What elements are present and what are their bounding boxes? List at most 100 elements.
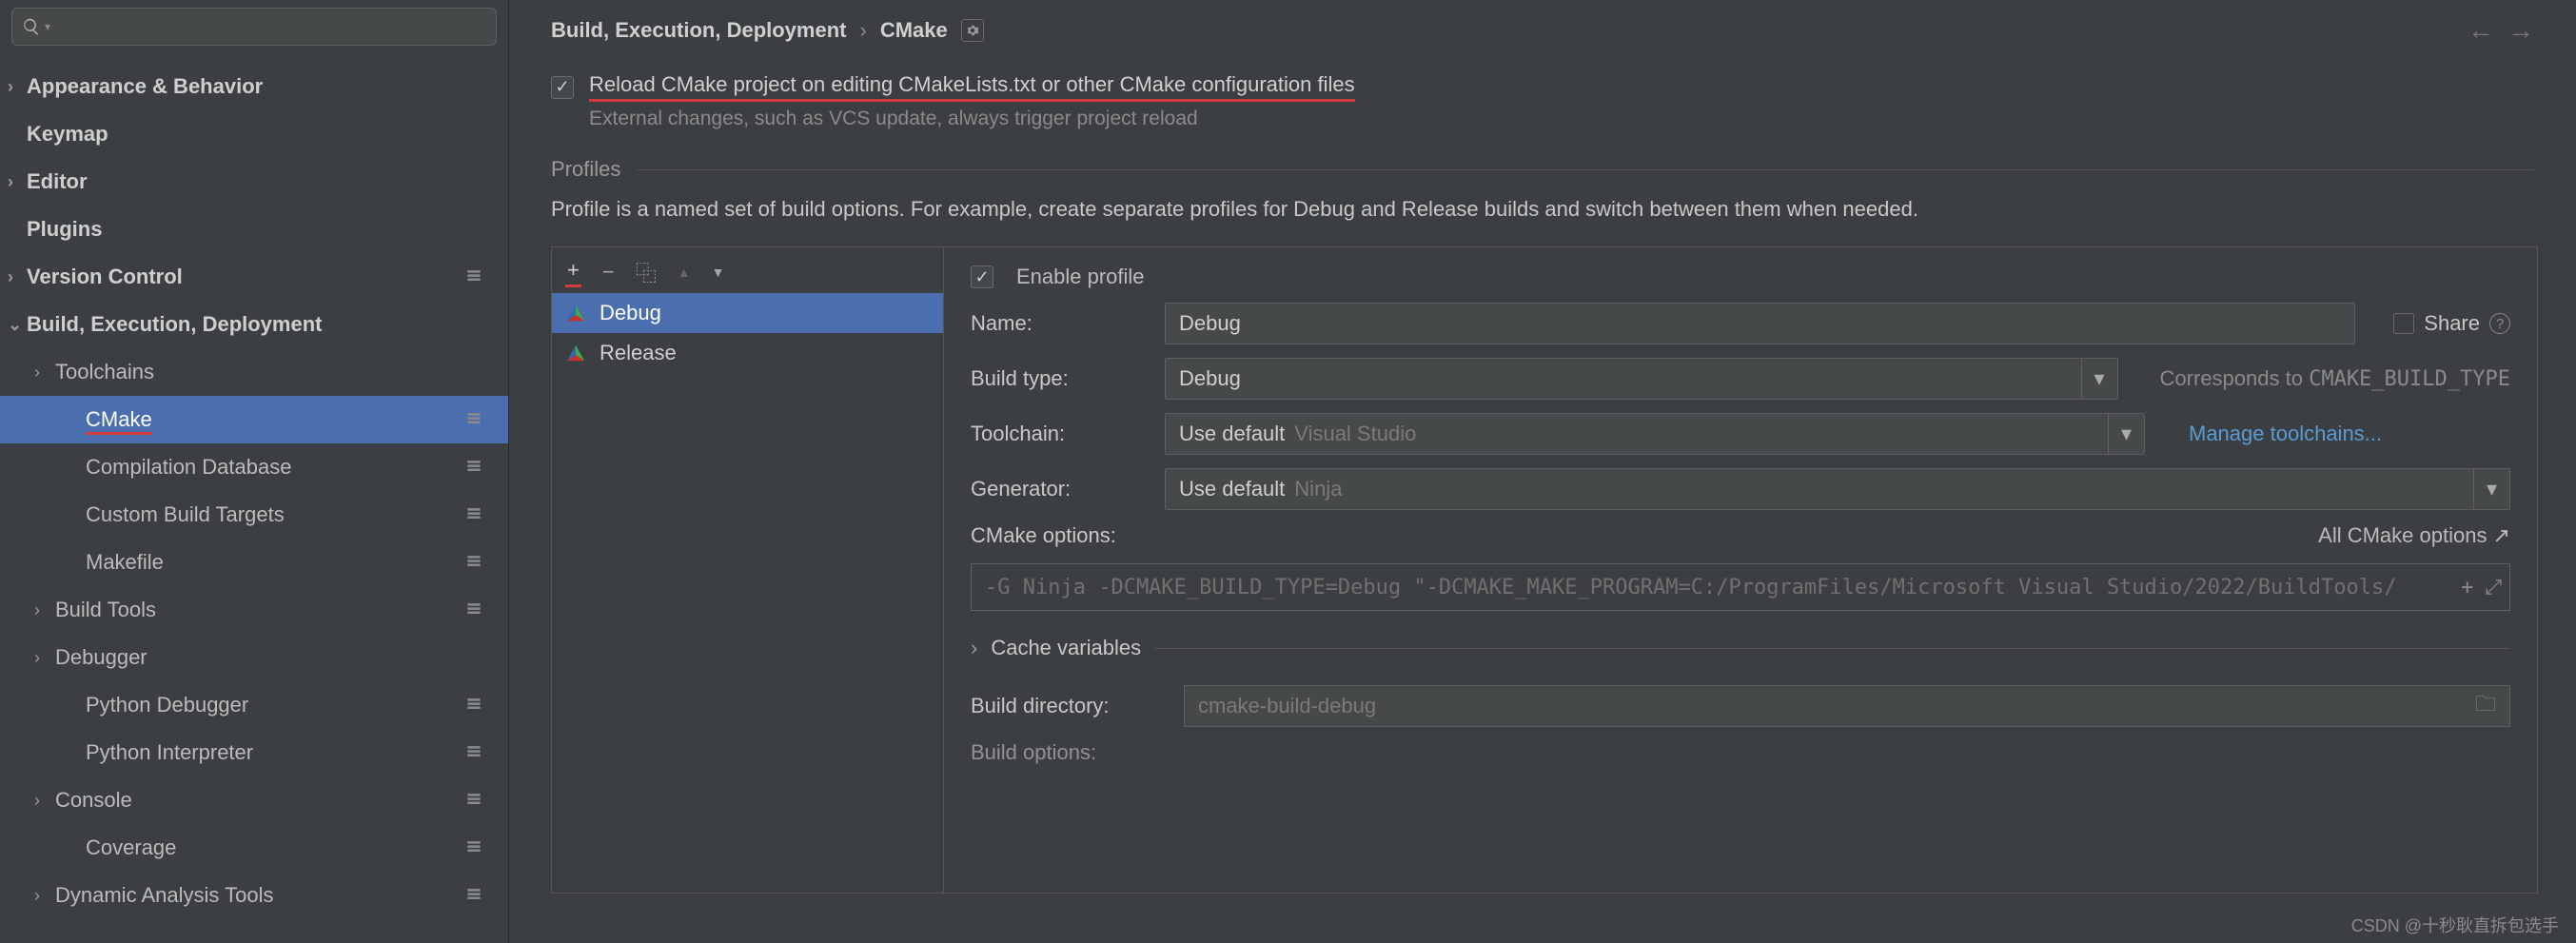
insert-macro-icon[interactable]: + [2461,576,2473,599]
chevron-right-icon: › [8,77,27,97]
profile-toolbar: + − ⿻ ▲ ▼ [552,247,943,293]
sidebar-item-label: Build, Execution, Deployment [27,312,322,337]
chevron-right-icon: › [34,791,53,811]
generator-label: Generator: [971,477,1142,501]
nav-back-button[interactable]: ← [2468,15,2494,46]
folder-icon[interactable]: 🗀 [2475,688,2496,724]
sidebar-item-python-debugger[interactable]: Python Debugger [0,681,508,729]
toolchain-select[interactable]: Use default Visual Studio ▾ [1165,413,2145,455]
breadcrumb-separator: › [859,18,866,43]
sidebar-item-plugins[interactable]: Plugins [0,206,508,253]
sidebar-item-build-execution-deployment[interactable]: ⌄Build, Execution, Deployment [0,301,508,348]
sidebar-item-cmake[interactable]: CMake [0,396,508,443]
sidebar-item-keymap[interactable]: Keymap [0,110,508,158]
breadcrumb-root: Build, Execution, Deployment [551,18,846,43]
project-scope-icon [464,742,485,763]
sidebar-item-toolchains[interactable]: ›Toolchains [0,348,508,396]
cmake-icon [565,343,588,363]
move-down-button[interactable]: ▼ [712,265,725,280]
sidebar-item-coverage[interactable]: Coverage [0,824,508,872]
breadcrumb: Build, Execution, Deployment › CMake ← → [509,0,2576,53]
reload-cmake-checkbox[interactable]: ✓ [551,76,574,99]
profile-detail: ✓ Enable profile Name: Debug Share ? Bu [944,247,2537,893]
cmake-options-label: CMake options: [971,523,1116,548]
move-up-button[interactable]: ▲ [678,265,691,280]
sidebar-item-label: Keymap [27,122,108,147]
copy-profile-button[interactable]: ⿻ [636,257,657,287]
share-checkbox[interactable] [2393,313,2414,334]
sidebar-item-appearance-behavior[interactable]: ›Appearance & Behavior [0,63,508,110]
build-type-select[interactable]: Debug ▾ [1165,358,2118,400]
sidebar-item-dynamic-analysis-tools[interactable]: ›Dynamic Analysis Tools [0,872,508,919]
sidebar-item-label: Custom Build Targets [86,502,285,527]
sidebar-item-label: Coverage [86,835,176,860]
sidebar-item-python-interpreter[interactable]: Python Interpreter [0,729,508,776]
sidebar-item-label: Version Control [27,265,183,289]
enable-profile-checkbox[interactable]: ✓ [971,265,993,288]
sidebar-item-label: CMake [86,407,152,432]
settings-sidebar: ▾ ›Appearance & BehaviorKeymap›EditorPlu… [0,0,509,943]
project-scope-icon [464,552,485,573]
all-cmake-options-link[interactable]: All CMake options ↗ [2318,523,2510,548]
project-scope-icon [464,266,485,287]
watermark-text: CSDN @十秒耿直拆包选手 [2351,913,2559,937]
scope-gear-icon[interactable] [961,19,984,42]
sidebar-item-label: Plugins [27,217,102,242]
cache-variables-label[interactable]: Cache variables [991,636,1141,660]
chevron-right-icon: › [8,172,27,192]
project-scope-icon [464,885,485,906]
share-help-icon[interactable]: ? [2489,313,2510,334]
build-directory-input[interactable]: cmake-build-debug 🗀 [1184,685,2510,727]
sidebar-item-custom-build-targets[interactable]: Custom Build Targets [0,491,508,539]
settings-tree: ›Appearance & BehaviorKeymap›EditorPlugi… [0,53,508,943]
share-label: Share [2424,311,2480,336]
settings-search-input[interactable]: ▾ [11,8,497,46]
chevron-right-icon: › [34,363,53,383]
cmake-options-input[interactable]: -G Ninja -DCMAKE_BUILD_TYPE=Debug "-DCMA… [971,563,2510,611]
sidebar-item-compilation-database[interactable]: Compilation Database [0,443,508,491]
project-scope-icon [464,837,485,858]
chevron-down-icon: ⌄ [8,315,27,335]
chevron-right-icon: › [8,267,27,287]
build-directory-label: Build directory: [971,694,1161,718]
remove-profile-button[interactable]: − [602,260,615,285]
profile-entry-debug[interactable]: Debug [552,293,943,333]
generator-select[interactable]: Use default Ninja ▾ [1165,468,2510,510]
build-options-label: Build options: [971,740,1161,765]
profiles-section-desc: Profile is a named set of build options.… [509,182,2576,222]
chevron-right-icon: › [34,600,53,620]
build-type-label: Build type: [971,366,1142,391]
project-scope-icon [464,790,485,811]
sidebar-item-debugger[interactable]: ›Debugger [0,634,508,681]
chevron-right-icon: › [34,648,53,668]
expand-field-icon[interactable]: ⤢ [2485,576,2502,599]
sidebar-item-build-tools[interactable]: ›Build Tools [0,586,508,634]
settings-main: Build, Execution, Deployment › CMake ← →… [509,0,2576,943]
project-scope-icon [464,457,485,478]
project-scope-icon [464,599,485,620]
profiles-panel: + − ⿻ ▲ ▼ Debug Release ✓ Enable profile … [551,246,2538,894]
sidebar-item-label: Editor [27,169,88,194]
sidebar-item-version-control[interactable]: ›Version Control [0,253,508,301]
profile-name-input[interactable]: Debug [1165,303,2355,344]
sidebar-item-label: Debugger [55,645,147,670]
profile-list: + − ⿻ ▲ ▼ Debug Release [552,247,944,893]
chevron-down-icon: ▾ [2081,359,2117,399]
name-label: Name: [971,311,1142,336]
sidebar-item-label: Toolchains [55,360,154,384]
profile-entry-release[interactable]: Release [552,333,943,373]
profile-entry-label: Release [600,341,677,365]
sidebar-item-console[interactable]: ›Console [0,776,508,824]
sidebar-item-editor[interactable]: ›Editor [0,158,508,206]
nav-forward-button[interactable]: → [2507,15,2534,46]
add-profile-button[interactable]: + [565,258,581,287]
chevron-right-icon[interactable]: › [971,636,977,660]
chevron-right-icon: › [34,886,53,906]
profiles-section-title: Profiles [551,157,620,182]
chevron-down-icon: ▾ [2473,469,2509,509]
sidebar-item-makefile[interactable]: Makefile [0,539,508,586]
project-scope-icon [464,695,485,716]
manage-toolchains-link[interactable]: Manage toolchains... [2189,422,2382,446]
sidebar-item-label: Compilation Database [86,455,291,480]
reload-cmake-label: Reload CMake project on editing CMakeLis… [589,72,1355,102]
